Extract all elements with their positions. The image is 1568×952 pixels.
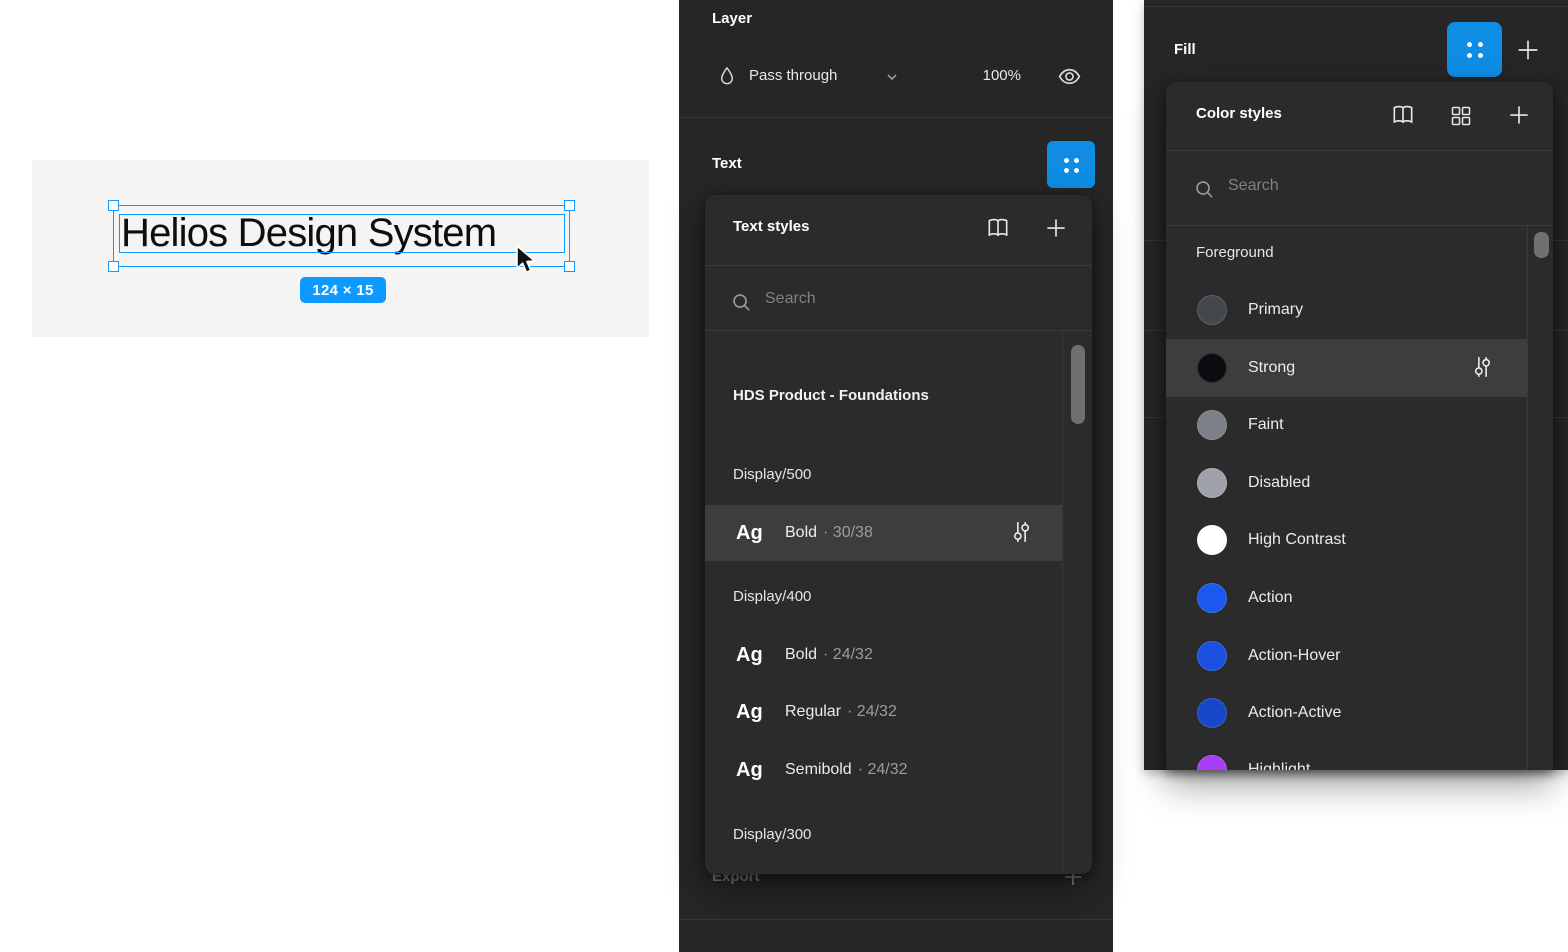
color-style-name: Action-Hover bbox=[1248, 647, 1340, 665]
selection-handle-top-right[interactable] bbox=[564, 200, 575, 211]
color-style-row[interactable]: Strong bbox=[1166, 339, 1527, 397]
create-style-button plus-icon[interactable] bbox=[1506, 102, 1532, 128]
canvas-preview: Helios Design System 124 × 15 bbox=[32, 160, 649, 337]
text-section-title: Text bbox=[712, 153, 742, 175]
color-style-name: Primary bbox=[1248, 301, 1303, 319]
color-style-row[interactable]: Action-Hover bbox=[1166, 627, 1527, 685]
text-style-row[interactable]: Ag Regular · 24/32 bbox=[705, 684, 1062, 740]
color-swatch bbox=[1197, 641, 1227, 671]
style-name: Bold bbox=[785, 524, 817, 542]
color-style-name: Highlight bbox=[1248, 761, 1310, 770]
style-detail: · 24/32 bbox=[823, 646, 873, 664]
color-style-row[interactable]: Action-Active bbox=[1166, 684, 1527, 742]
text-style-row[interactable]: Ag Bold · 24/32 bbox=[705, 627, 1062, 683]
scrollbar-thumb[interactable] bbox=[1534, 232, 1549, 258]
scrollbar-thumb[interactable] bbox=[1071, 345, 1085, 424]
selection-handle-bottom-right[interactable] bbox=[564, 261, 575, 272]
style-library-button book-icon[interactable] bbox=[1390, 102, 1416, 128]
visibility-toggle eye-icon[interactable] bbox=[1057, 64, 1082, 89]
color-swatch bbox=[1197, 295, 1227, 325]
text-style-row[interactable]: Ag Semibold · 24/32 bbox=[705, 742, 1062, 798]
applied-color-style-button four-dots-icon[interactable] bbox=[1447, 22, 1502, 77]
color-style-name: Action bbox=[1248, 589, 1292, 607]
color-style-row[interactable]: Highlight bbox=[1166, 741, 1527, 770]
color-style-row[interactable]: Action bbox=[1166, 569, 1527, 627]
selection-handle-top-left[interactable] bbox=[108, 200, 119, 211]
grid-view-button grid-icon[interactable] bbox=[1449, 103, 1475, 129]
search-icon bbox=[1194, 179, 1215, 200]
color-styles-popup: Color styles Foreground Primary bbox=[1166, 82, 1553, 770]
fill-section-title: Fill bbox=[1174, 39, 1196, 61]
style-name: Regular bbox=[785, 703, 841, 721]
color-styles-popup-title: Color styles bbox=[1196, 105, 1282, 122]
color-style-name: High Contrast bbox=[1248, 531, 1346, 549]
color-swatch bbox=[1197, 468, 1227, 498]
color-style-name: Action-Active bbox=[1248, 704, 1341, 722]
blend-mode-icon droplet-icon bbox=[716, 65, 738, 87]
style-group-label: Display/500 bbox=[733, 462, 811, 488]
selection-handle-bottom-left[interactable] bbox=[108, 261, 119, 272]
applied-text-style-button four-dots-icon[interactable] bbox=[1047, 141, 1095, 188]
style-detail: · 24/32 bbox=[858, 761, 908, 779]
style-group-label: Display/300 bbox=[733, 822, 811, 848]
color-style-name: Faint bbox=[1248, 416, 1284, 434]
edit-style-button sliders-icon[interactable] bbox=[1009, 519, 1034, 547]
section-divider bbox=[679, 117, 1113, 118]
color-swatch bbox=[1197, 410, 1227, 440]
text-styles-popup-title: Text styles bbox=[733, 218, 809, 235]
color-style-row[interactable]: Disabled bbox=[1166, 454, 1527, 512]
scrollbar-track-border bbox=[1527, 225, 1528, 770]
section-divider bbox=[679, 919, 1113, 920]
blend-mode-dropdown[interactable]: Pass through bbox=[749, 65, 837, 87]
size-badge: 124 × 15 bbox=[300, 277, 386, 303]
screenshot-stage: Helios Design System 124 × 15 Layer Pass… bbox=[0, 0, 1568, 952]
chevron-down-icon bbox=[884, 69, 900, 85]
create-style-button plus-icon[interactable] bbox=[1043, 215, 1069, 241]
style-group-label: Display/400 bbox=[733, 584, 811, 610]
mouse-cursor-icon bbox=[513, 244, 539, 275]
text-styles-popup: Text styles HDS Product - Foundations Di… bbox=[705, 195, 1092, 874]
style-name: Bold bbox=[785, 646, 817, 664]
add-fill-button plus-icon[interactable] bbox=[1514, 36, 1542, 64]
scrollbar-track-border bbox=[1062, 331, 1063, 874]
popup-divider bbox=[1166, 225, 1553, 226]
text-style-row[interactable]: Ag Bold · 30/38 bbox=[705, 505, 1062, 561]
library-group-label: HDS Product - Foundations bbox=[733, 383, 929, 409]
color-style-name: Strong bbox=[1248, 359, 1295, 377]
layer-section-title: Layer bbox=[712, 8, 752, 30]
popup-divider bbox=[1166, 150, 1553, 151]
color-style-row[interactable]: High Contrast bbox=[1166, 511, 1527, 569]
selection-bounding-box[interactable] bbox=[113, 205, 570, 267]
style-preview: Ag bbox=[736, 522, 778, 545]
color-swatch bbox=[1197, 755, 1227, 770]
style-name: Semibold bbox=[785, 761, 852, 779]
color-style-row[interactable]: Faint bbox=[1166, 396, 1527, 454]
color-swatch bbox=[1197, 525, 1227, 555]
section-divider bbox=[1144, 6, 1568, 7]
color-swatch bbox=[1197, 698, 1227, 728]
edit-style-button sliders-icon[interactable] bbox=[1470, 354, 1495, 382]
style-library-button book-icon[interactable] bbox=[985, 215, 1011, 241]
color-swatch bbox=[1197, 583, 1227, 613]
opacity-field[interactable]: 100% bbox=[929, 65, 1021, 87]
color-swatch bbox=[1197, 353, 1227, 383]
color-style-row[interactable]: Primary bbox=[1166, 281, 1527, 339]
color-style-name: Disabled bbox=[1248, 474, 1310, 492]
popup-divider bbox=[705, 265, 1092, 266]
popup-divider bbox=[705, 330, 1092, 331]
color-styles-search-input[interactable] bbox=[1228, 177, 1478, 195]
color-group-label: Foreground bbox=[1196, 240, 1274, 266]
style-detail: · 30/38 bbox=[823, 524, 873, 542]
style-preview: Ag bbox=[736, 701, 778, 724]
style-preview: Ag bbox=[736, 759, 778, 782]
style-detail: · 24/32 bbox=[847, 703, 897, 721]
style-preview: Ag bbox=[736, 644, 778, 667]
text-styles-search-input[interactable] bbox=[765, 290, 1015, 308]
search-icon bbox=[731, 292, 752, 313]
